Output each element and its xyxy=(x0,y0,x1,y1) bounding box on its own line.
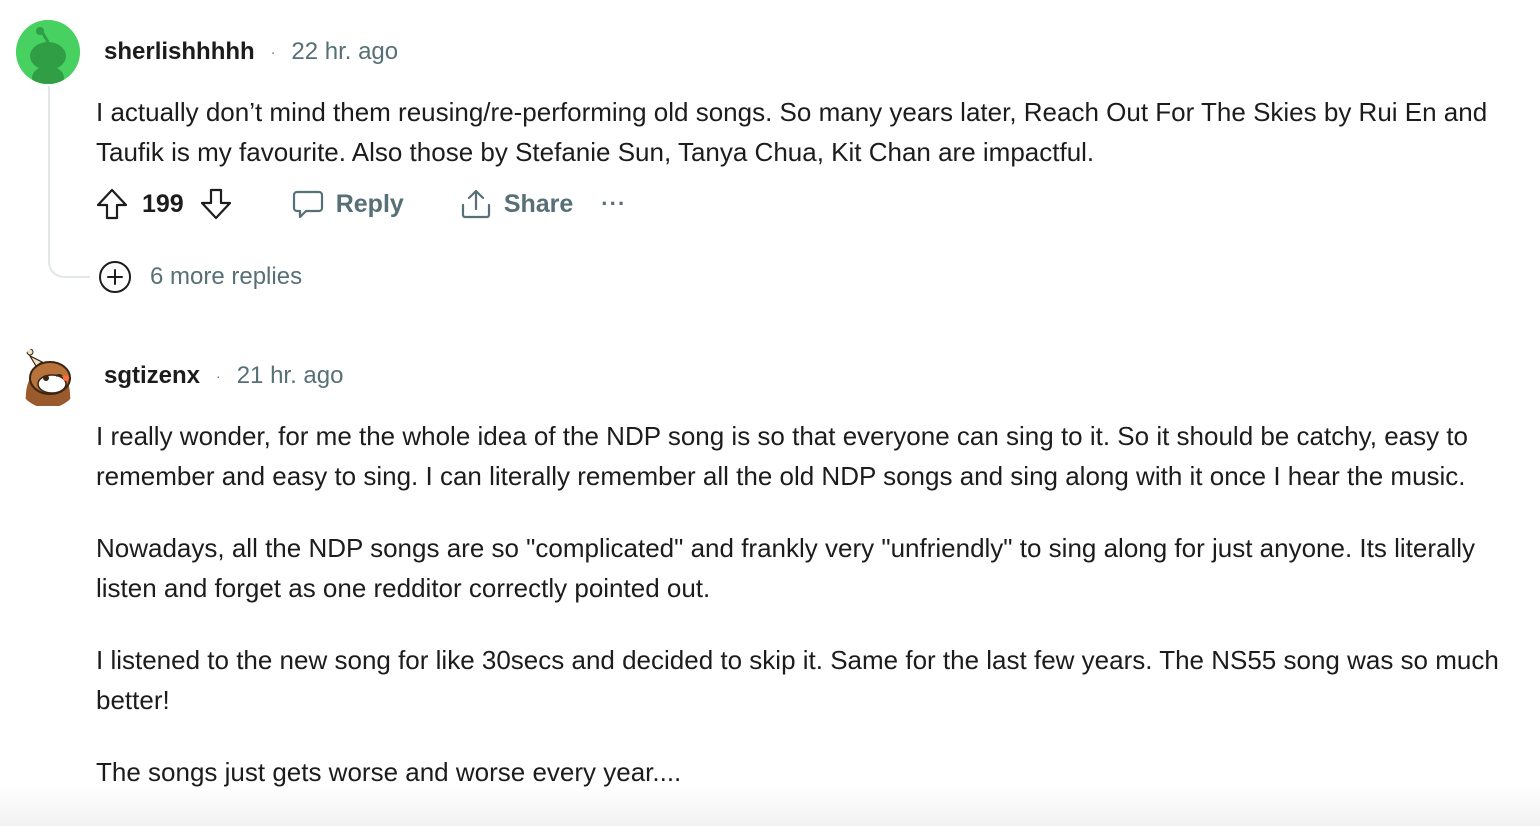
snoo-tiger-avatar-icon xyxy=(16,344,80,408)
thread-line[interactable] xyxy=(48,86,90,278)
username[interactable]: sgtizenx xyxy=(104,362,200,390)
ellipsis-icon: ··· xyxy=(601,191,627,216)
username[interactable]: sherlishhhhh xyxy=(104,38,255,66)
share-button[interactable]: Share xyxy=(460,188,573,220)
timestamp[interactable]: 21 hr. ago xyxy=(237,362,344,390)
avatar[interactable] xyxy=(16,20,80,84)
more-replies-label: 6 more replies xyxy=(150,263,303,290)
comment-paragraph: Nowadays, all the NDP songs are so "comp… xyxy=(96,533,1476,603)
separator-dot: · xyxy=(270,44,276,60)
plus-circle-icon xyxy=(99,261,131,293)
share-icon xyxy=(461,189,490,219)
comment-paragraph: I listened to the new song for like 30se… xyxy=(96,645,1499,715)
bottom-fade xyxy=(0,786,1540,826)
upvote-button[interactable] xyxy=(96,188,128,220)
separator-dot: · xyxy=(216,368,221,384)
comment-body: I really wonder, for me the whole idea o… xyxy=(96,416,1526,824)
vote-score: 199 xyxy=(142,189,184,218)
comment-actions: 199 Reply Share ··· xyxy=(96,184,626,224)
downvote-button[interactable] xyxy=(200,188,232,220)
comment-paragraph: I really wonder, for me the whole idea o… xyxy=(96,421,1469,491)
avatar[interactable] xyxy=(16,344,80,408)
comment-bubble-icon xyxy=(292,190,323,219)
comment-paragraph: I actually don’t mind them reusing/re-pe… xyxy=(96,97,1488,167)
snoo-avatar-icon xyxy=(16,20,80,84)
more-options-button[interactable]: ··· xyxy=(601,191,626,217)
downvote-icon xyxy=(200,188,231,220)
more-replies-button[interactable]: 6 more replies xyxy=(98,260,302,294)
share-label: Share xyxy=(503,189,574,218)
reply-label: Reply xyxy=(335,189,404,218)
reply-button[interactable]: Reply xyxy=(292,188,404,220)
comment-meta: sherlishhhhh · 22 hr. ago xyxy=(104,38,398,66)
upvote-icon xyxy=(96,188,128,220)
comment-meta: sgtizenx · 21 hr. ago xyxy=(104,362,343,390)
timestamp[interactable]: 22 hr. ago xyxy=(291,38,398,66)
